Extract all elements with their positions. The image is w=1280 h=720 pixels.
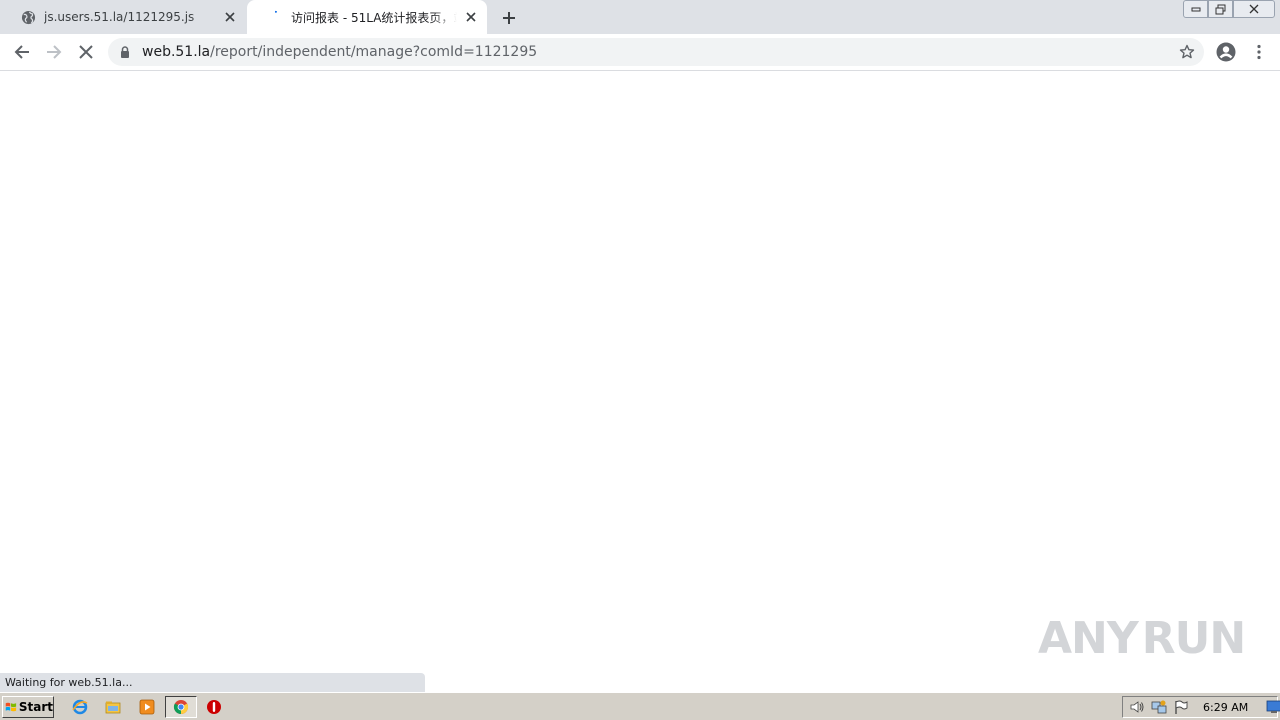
minimize-icon bbox=[1191, 7, 1200, 12]
minimize-button[interactable] bbox=[1183, 0, 1208, 18]
start-button[interactable]: Start bbox=[2, 696, 54, 718]
url-host: web.51.la bbox=[142, 44, 211, 60]
show-desktop-icon[interactable] bbox=[1266, 698, 1280, 716]
windows-taskbar: Start 6:29 AM bbox=[0, 692, 1280, 720]
taskbar-clock[interactable]: 6:29 AM bbox=[1203, 701, 1248, 714]
media-player-icon[interactable] bbox=[138, 698, 156, 716]
watermark-right-text: RUN bbox=[1141, 612, 1246, 664]
windows-logo-icon bbox=[5, 702, 17, 712]
stop-x-icon bbox=[79, 45, 93, 59]
anyrun-watermark: ANY RUN bbox=[1038, 606, 1246, 670]
url-text: web.51.la/report/independent/manage?comI… bbox=[142, 44, 537, 60]
taskbar-item-chrome[interactable] bbox=[165, 696, 197, 718]
status-bubble: Waiting for web.51.la... bbox=[0, 673, 425, 692]
globe-icon bbox=[20, 9, 36, 25]
bookmark-star-icon[interactable] bbox=[1178, 43, 1196, 61]
url-path: /report/independent/manage?comId=1121295 bbox=[210, 44, 538, 60]
restore-button[interactable] bbox=[1208, 0, 1233, 18]
security-app-icon[interactable] bbox=[205, 698, 223, 716]
new-tab-button[interactable] bbox=[498, 7, 520, 29]
stop-button[interactable] bbox=[74, 40, 98, 64]
more-vert-icon bbox=[1257, 44, 1261, 60]
arrow-left-icon bbox=[14, 45, 29, 59]
close-tab-icon[interactable] bbox=[222, 9, 238, 25]
profile-button[interactable] bbox=[1214, 40, 1238, 64]
start-label: Start bbox=[18, 700, 53, 714]
menu-button[interactable] bbox=[1247, 40, 1271, 64]
restore-icon bbox=[1215, 4, 1225, 14]
tab-report[interactable]: 访问报表 - 51LA统计报表页，站长统计 bbox=[247, 0, 487, 34]
tab-title: js.users.51.la/1121295.js bbox=[44, 10, 195, 24]
arrow-right-icon bbox=[47, 45, 62, 59]
internet-explorer-icon[interactable] bbox=[71, 698, 89, 716]
browser-toolbar: web.51.la/report/independent/manage?comI… bbox=[0, 34, 1280, 71]
watermark-left-text: ANY bbox=[1038, 612, 1139, 664]
account-icon bbox=[1216, 42, 1236, 62]
tab-js-users[interactable]: js.users.51.la/1121295.js bbox=[0, 0, 246, 34]
forward-button[interactable] bbox=[42, 40, 66, 64]
close-tab-icon[interactable] bbox=[463, 9, 479, 25]
chrome-icon bbox=[173, 700, 189, 715]
address-bar[interactable]: web.51.la/report/independent/manage?comI… bbox=[108, 38, 1204, 66]
loading-spinner-icon bbox=[267, 9, 283, 25]
action-center-flag-icon[interactable] bbox=[1173, 698, 1189, 716]
network-icon[interactable] bbox=[1151, 698, 1167, 716]
file-explorer-icon[interactable] bbox=[104, 698, 122, 716]
lock-icon[interactable] bbox=[118, 45, 132, 59]
system-tray: 6:29 AM bbox=[1122, 696, 1280, 718]
page-content bbox=[0, 72, 1280, 692]
volume-icon[interactable] bbox=[1129, 698, 1145, 716]
tab-title: 访问报表 - 51LA统计报表页，站长统计 bbox=[291, 10, 457, 25]
back-button[interactable] bbox=[10, 40, 34, 64]
tab-strip: js.users.51.la/1121295.js 访问报表 - 51LA统计报… bbox=[0, 0, 1280, 34]
window-close-button[interactable] bbox=[1233, 0, 1275, 18]
plus-icon bbox=[503, 12, 515, 24]
close-icon bbox=[1249, 4, 1259, 14]
